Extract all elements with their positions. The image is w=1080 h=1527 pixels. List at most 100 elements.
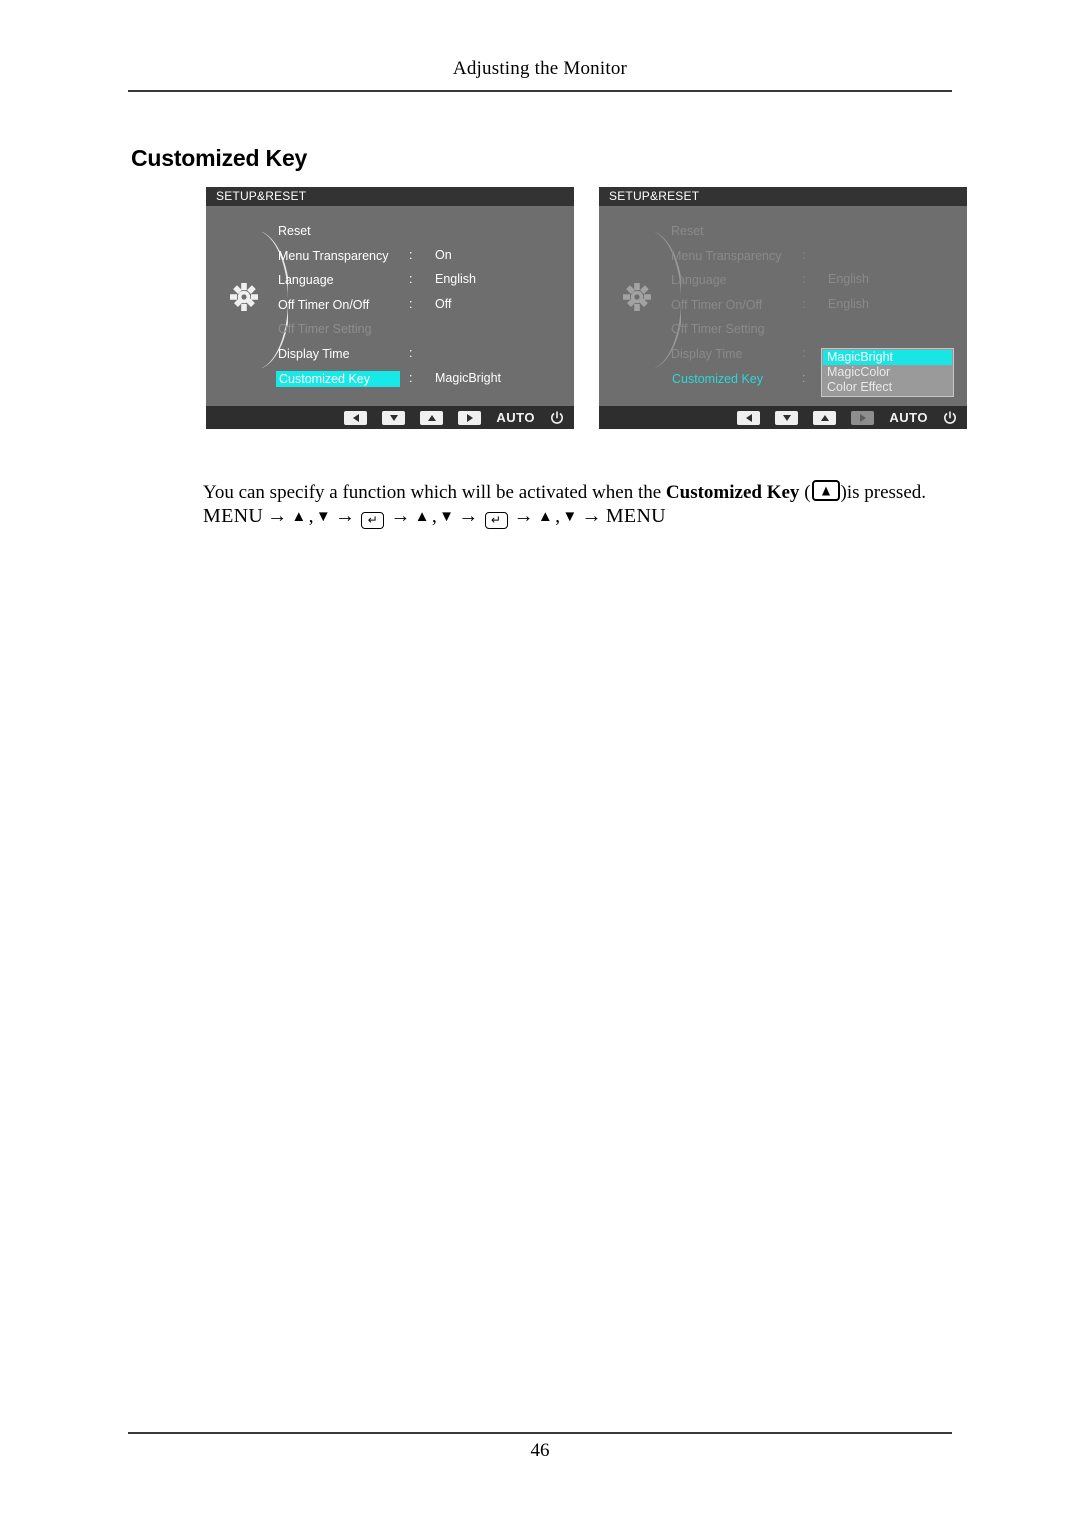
osd-left-row-language[interactable]: Language : English (276, 269, 568, 294)
row-label: Customized Key (276, 370, 400, 387)
row-value: English (435, 272, 476, 287)
seq-up-1: ▲ (291, 509, 307, 525)
right-arrow-button[interactable] (458, 410, 482, 425)
row-label: Menu Transparency (278, 248, 389, 263)
auto-button[interactable]: AUTO (889, 410, 928, 425)
page-title: Customized Key (131, 145, 308, 172)
row-label: Off Timer Setting (671, 322, 765, 337)
right-arrow-button (851, 410, 875, 425)
running-head-text: Adjusting the Monitor (452, 58, 628, 79)
dropdown-option-magicbright[interactable]: MagicBright (823, 350, 952, 365)
osd-left-titlebar: SETUP&RESET (206, 187, 574, 206)
gear-icon (621, 281, 653, 313)
row-value: English (828, 272, 869, 287)
seq-down-3: ▼ (562, 509, 578, 525)
seq-arrow-1: → (267, 505, 288, 527)
row-label: Language (278, 273, 334, 288)
osd-right-row-reset: Reset (669, 220, 961, 245)
paragraph-text-pre: You can specify a function which will be… (203, 482, 666, 503)
dropdown-option-color-effect[interactable]: Color Effect (823, 380, 952, 395)
osd-right-titlebar: SETUP&RESET (599, 187, 967, 206)
seq-arrow-4: → (458, 505, 479, 527)
osd-right-button-bar: AUTO (599, 406, 967, 429)
row-colon: : (802, 345, 806, 360)
row-colon: : (802, 272, 806, 287)
power-icon[interactable] (550, 410, 564, 425)
seq-down-2: ▼ (439, 509, 455, 525)
seq-comma-3: , (555, 505, 561, 527)
row-label: Reset (671, 224, 704, 238)
row-label: Display Time (278, 346, 350, 361)
osd-left-row-reset[interactable]: Reset (276, 220, 568, 245)
customized-key-button-icon (811, 480, 840, 501)
row-label: Off Timer On/Off (671, 297, 763, 312)
gear-icon (228, 281, 260, 313)
osd-panel-right: SETUP&RESET Reset Menu Transparency : La… (599, 187, 967, 429)
seq-menu-start: MENU (203, 505, 264, 527)
row-colon: : (409, 272, 413, 287)
seq-down-1: ▼ (315, 509, 332, 525)
row-label: Off Timer On/Off (278, 297, 370, 312)
osd-right-row-off-timer-on-off: Off Timer On/Off : English (669, 294, 961, 319)
up-arrow-button[interactable] (420, 410, 444, 425)
row-colon: : (802, 296, 806, 311)
seq-arrow-6: → (581, 505, 602, 527)
osd-left-body: Reset Menu Transparency : On Language : … (206, 206, 574, 406)
left-arrow-button[interactable] (737, 410, 761, 425)
page-running-head: Adjusting the Monitor (128, 58, 952, 80)
seq-comma-1: , (308, 505, 314, 527)
osd-right-body: Reset Menu Transparency : Language : Eng… (599, 206, 967, 406)
osd-left-row-off-timer-on-off[interactable]: Off Timer On/Off : Off (276, 294, 568, 319)
osd-right-row-menu-transparency: Menu Transparency : (669, 245, 961, 270)
row-label: Language (671, 273, 727, 288)
osd-left-row-display-time[interactable]: Display Time : (276, 343, 568, 368)
osd-left-menu-list: Reset Menu Transparency : On Language : … (276, 220, 568, 392)
row-colon: : (409, 370, 413, 385)
customized-key-dropdown[interactable]: MagicBright MagicColor Color Effect (821, 348, 954, 397)
row-value: English (828, 296, 869, 311)
row-colon: : (409, 345, 413, 360)
seq-menu-end: MENU (605, 505, 666, 527)
row-label: Menu Transparency (671, 248, 782, 263)
page-number: 46 (530, 1440, 550, 1461)
enter-key-icon-1: ↵ (361, 512, 385, 529)
row-value: MagicBright (435, 370, 501, 385)
osd-left-row-customized-key[interactable]: Customized Key : MagicBright (276, 368, 568, 393)
header-divider (128, 90, 952, 92)
enter-key-icon-2: ↵ (484, 512, 508, 529)
osd-left-button-bar: AUTO (206, 406, 574, 429)
paragraph-bold-term: Customized Key (665, 482, 800, 503)
seq-arrow-3: → (390, 505, 411, 527)
row-colon: : (409, 247, 413, 262)
down-arrow-button[interactable] (382, 410, 406, 425)
up-arrow-button[interactable] (813, 410, 837, 425)
footer-divider (128, 1432, 952, 1434)
paragraph-text-mid: ( (799, 482, 811, 503)
seq-up-3: ▲ (537, 509, 554, 525)
row-colon: : (409, 296, 413, 311)
menu-navigation-sequence: MENU → ▲, ▼ → ↵ → ▲, ▼ → ↵ → ▲, ▼ → MENU (203, 505, 666, 529)
row-colon: : (802, 370, 806, 385)
auto-button[interactable]: AUTO (496, 410, 535, 425)
seq-arrow-5: → (513, 505, 534, 527)
row-label: Off Timer Setting (278, 322, 372, 337)
osd-left-title: SETUP&RESET (216, 189, 307, 203)
osd-right-title: SETUP&RESET (609, 189, 700, 203)
row-colon: : (802, 247, 806, 262)
osd-right-row-language: Language : English (669, 269, 961, 294)
osd-left-row-menu-transparency[interactable]: Menu Transparency : On (276, 245, 568, 270)
power-icon[interactable] (943, 410, 957, 425)
left-arrow-button[interactable] (344, 410, 368, 425)
osd-panel-left: SETUP&RESET Reset Menu Transparency : On… (206, 187, 574, 429)
row-label: Reset (278, 224, 311, 238)
row-value: Off (435, 296, 452, 311)
paragraph-text-post: )is pressed. (840, 482, 926, 503)
down-arrow-button[interactable] (775, 410, 799, 425)
osd-right-row-off-timer-setting: Off Timer Setting (669, 318, 961, 343)
seq-arrow-2: → (335, 505, 356, 527)
description-paragraph: You can specify a function which will be… (203, 480, 943, 506)
osd-left-row-off-timer-setting: Off Timer Setting (276, 318, 568, 343)
row-value: On (435, 247, 452, 262)
dropdown-option-magiccolor[interactable]: MagicColor (823, 365, 952, 380)
row-label: Display Time (671, 346, 743, 361)
